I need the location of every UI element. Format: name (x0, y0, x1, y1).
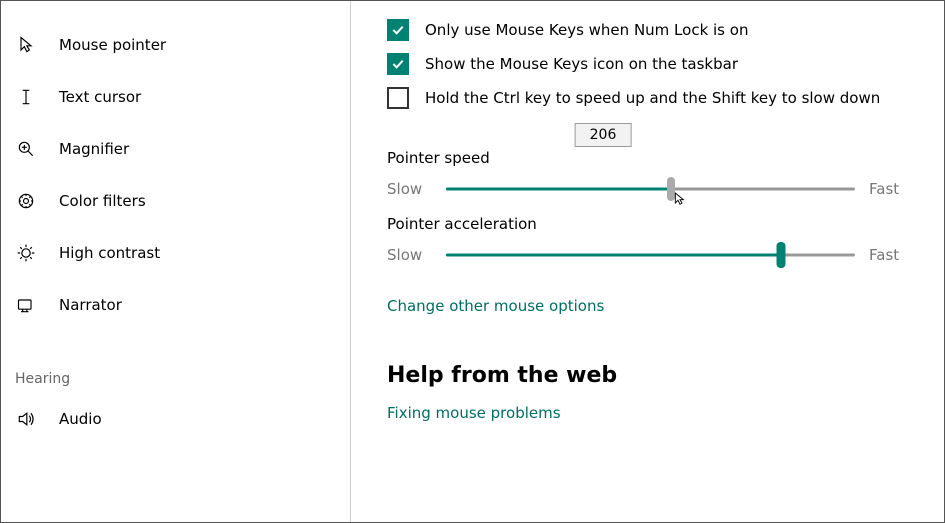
sidebar-item-magnifier[interactable]: Magnifier (1, 123, 350, 175)
narrator-icon (15, 294, 37, 316)
slider-group-pointer-accel: Pointer acceleration Slow Fast (387, 215, 914, 267)
checkbox-numlock[interactable] (387, 19, 409, 41)
sidebar-item-label: Audio (59, 410, 102, 428)
text-cursor-icon (15, 86, 37, 108)
sidebar-item-label: Color filters (59, 192, 146, 210)
checkbox-label: Show the Mouse Keys icon on the taskbar (425, 55, 738, 73)
checkbox-label: Only use Mouse Keys when Num Lock is on (425, 21, 748, 39)
sidebar-item-label: Magnifier (59, 140, 129, 158)
sidebar-item-narrator[interactable]: Narrator (1, 279, 350, 331)
slider-high-label: Fast (869, 246, 914, 264)
main-panel: Only use Mouse Keys when Num Lock is on … (351, 1, 944, 522)
slider-label-accel: Pointer acceleration (387, 215, 914, 233)
magnifier-icon (15, 138, 37, 160)
slider-label-speed: Pointer speed (387, 149, 914, 167)
sidebar-item-label: Narrator (59, 296, 122, 314)
slider-pointer-accel[interactable] (446, 243, 855, 267)
checkbox-label: Hold the Ctrl key to speed up and the Sh… (425, 89, 880, 107)
color-filters-icon (15, 190, 37, 212)
sidebar-item-audio[interactable]: Audio (1, 393, 350, 445)
checkbox-row-ctrl-shift[interactable]: Hold the Ctrl key to speed up and the Sh… (387, 87, 914, 109)
checkbox-taskbar-icon[interactable] (387, 53, 409, 75)
slider-value-tooltip: 206 (575, 123, 632, 147)
sidebar-item-text-cursor[interactable]: Text cursor (1, 71, 350, 123)
sidebar-item-mouse-pointer[interactable]: Mouse pointer (1, 19, 350, 71)
link-fixing-mouse-problems[interactable]: Fixing mouse problems (387, 404, 561, 422)
slider-pointer-speed[interactable] (446, 177, 855, 201)
mouse-pointer-icon (15, 34, 37, 56)
cursor-icon (672, 191, 688, 207)
sidebar-item-color-filters[interactable]: Color filters (1, 175, 350, 227)
sidebar-section-hearing: Hearing (1, 365, 350, 393)
link-change-other-mouse-options[interactable]: Change other mouse options (387, 297, 604, 315)
checkbox-row-numlock[interactable]: Only use Mouse Keys when Num Lock is on (387, 19, 914, 41)
sidebar-item-label: Text cursor (59, 88, 141, 106)
sidebar: Mouse pointer Text cursor Magnifier Colo… (1, 1, 351, 522)
sidebar-item-high-contrast[interactable]: High contrast (1, 227, 350, 279)
slider-low-label: Slow (387, 246, 432, 264)
checkbox-row-taskbar-icon[interactable]: Show the Mouse Keys icon on the taskbar (387, 53, 914, 75)
slider-low-label: Slow (387, 180, 432, 198)
slider-group-pointer-speed: Pointer speed Slow Fast (387, 149, 914, 201)
checkbox-ctrl-shift[interactable] (387, 87, 409, 109)
sidebar-item-label: High contrast (59, 244, 160, 262)
slider-high-label: Fast (869, 180, 914, 198)
high-contrast-icon (15, 242, 37, 264)
settings-window: Mouse pointer Text cursor Magnifier Colo… (0, 0, 945, 523)
help-heading: Help from the web (387, 363, 914, 388)
sidebar-item-label: Mouse pointer (59, 36, 166, 54)
audio-icon (15, 408, 37, 430)
